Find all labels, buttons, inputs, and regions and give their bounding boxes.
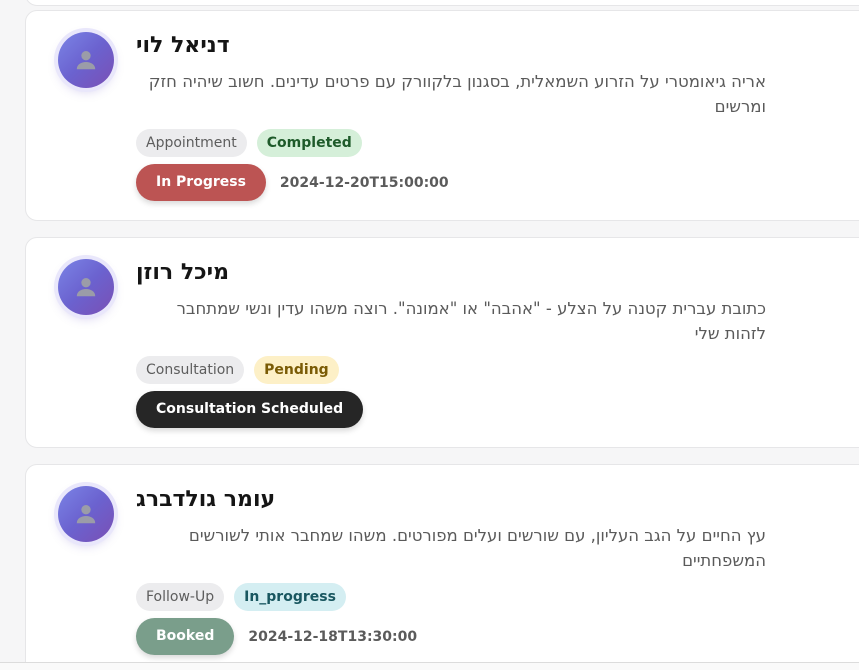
tag-row: Follow-Up In_progress xyxy=(136,583,346,611)
status-button[interactable]: In Progress xyxy=(136,164,266,201)
type-tag: Follow-Up xyxy=(136,583,225,611)
tattoo-description: אריה גיאומטרי על הזרוע השמאלית, בסגנון ב… xyxy=(148,72,766,116)
tattoo-description: עץ החיים על הגב העליון, עם שורשים ועלים … xyxy=(188,526,766,570)
previous-card-edge xyxy=(25,0,859,6)
client-name: דניאל לוי xyxy=(136,33,230,58)
user-icon xyxy=(76,505,96,524)
tag-row: Appointment Completed xyxy=(136,129,362,157)
action-row: In Progress 2024-12-20T15:00:00 xyxy=(136,164,449,201)
status-badge: In_progress xyxy=(234,583,346,611)
client-card[interactable]: דניאל לוי אריה גיאומטרי על הזרוע השמאלית… xyxy=(25,10,859,221)
user-icon xyxy=(76,51,96,70)
action-row: Consultation Scheduled xyxy=(136,391,364,428)
client-card[interactable]: עומר גולדברג עץ החיים על הגב העליון, עם … xyxy=(25,464,859,670)
tattoo-description: כתובת עברית קטנה על הצלע - "אהבה" או "אמ… xyxy=(176,299,766,343)
avatar xyxy=(58,32,114,88)
client-name: מיכל רוזן xyxy=(136,260,229,285)
client-name: עומר גולדברג xyxy=(136,487,276,512)
type-tag: Appointment xyxy=(136,129,247,157)
tag-row: Consultation Pending xyxy=(136,356,339,384)
horizontal-scrollbar-edge xyxy=(0,662,859,670)
status-badge: Pending xyxy=(254,356,339,384)
status-badge: Completed xyxy=(256,129,362,157)
client-card[interactable]: מיכל רוזן כתובת עברית קטנה על הצלע - "אה… xyxy=(25,237,859,448)
avatar xyxy=(58,259,114,315)
action-row: Booked 2024-12-18T13:30:00 xyxy=(136,618,417,655)
user-icon xyxy=(76,278,96,297)
appointment-date: 2024-12-20T15:00:00 xyxy=(279,174,449,191)
status-button[interactable]: Booked xyxy=(136,618,235,655)
status-button[interactable]: Consultation Scheduled xyxy=(136,391,364,428)
type-tag: Consultation xyxy=(136,356,245,384)
avatar xyxy=(58,486,114,542)
appointment-date: 2024-12-18T13:30:00 xyxy=(248,628,418,645)
